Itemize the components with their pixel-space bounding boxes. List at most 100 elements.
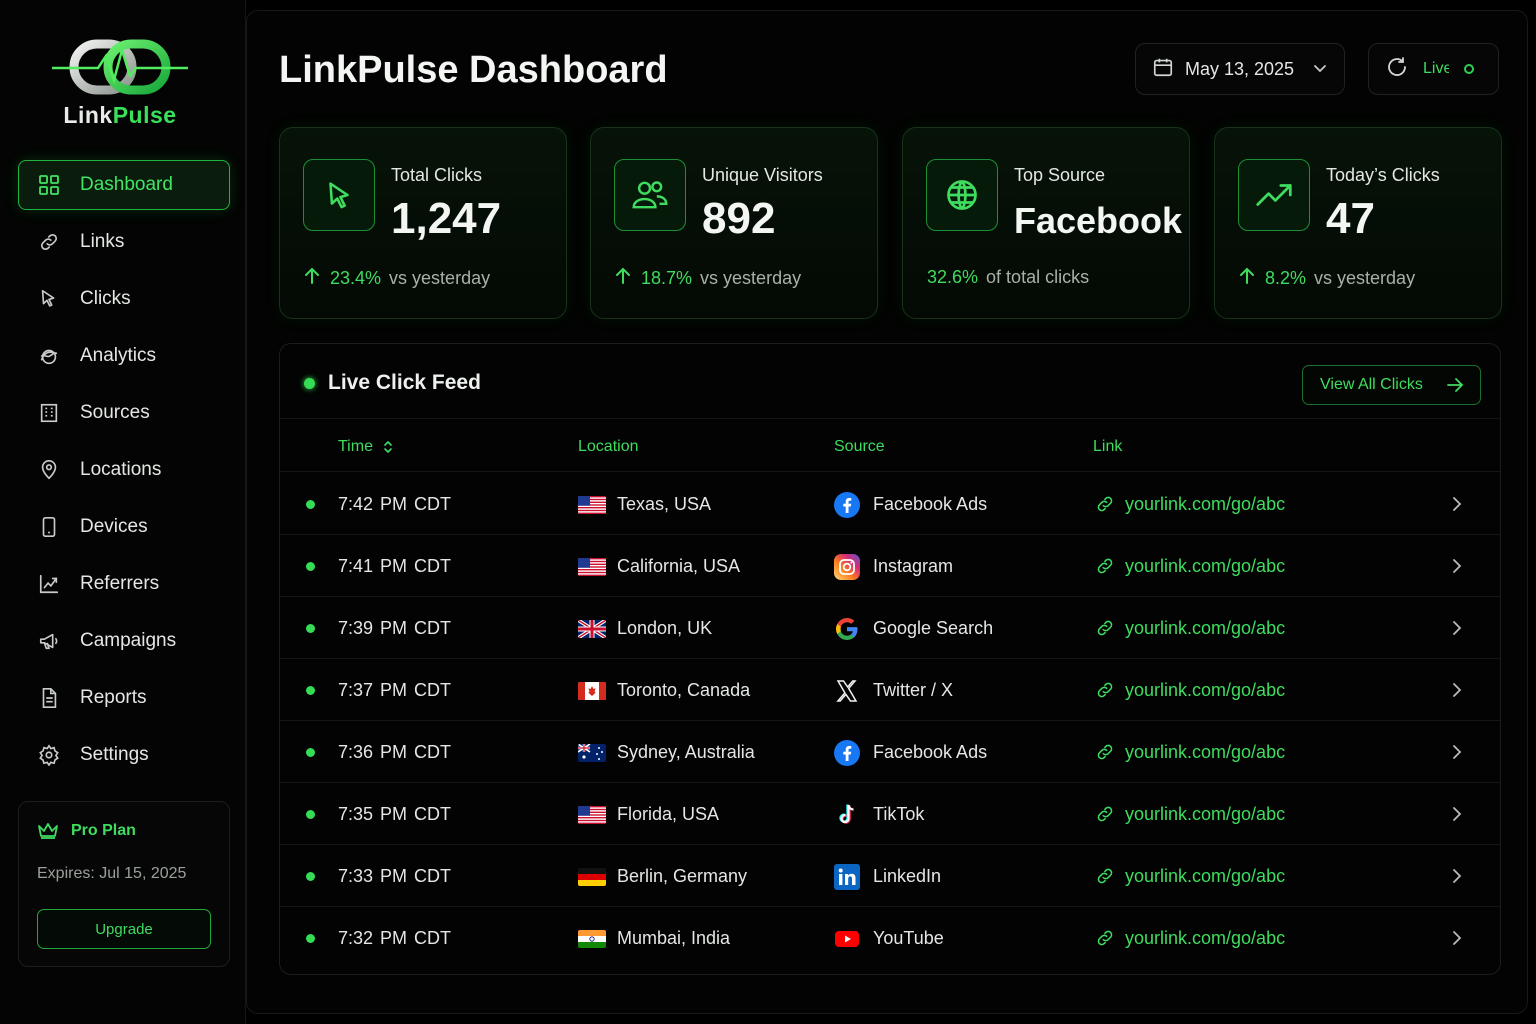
upgrade-button[interactable]: Upgrade (37, 909, 211, 949)
chevron-right-icon[interactable] (1450, 805, 1464, 828)
sidebar-item-reports[interactable]: Reports (18, 673, 230, 723)
stat-card-total-clicks: Total Clicks 1,247 23.4% vs yesterday (279, 127, 567, 319)
chevron-right-icon[interactable] (1450, 743, 1464, 766)
sidebar-item-sources[interactable]: Sources (18, 388, 230, 438)
row-link[interactable]: yourlink.com/go/abc (1125, 928, 1285, 949)
table-row[interactable]: 7:32 PM CDT Mumbai, India YouTube yourlink.… (280, 907, 1500, 969)
chevron-right-icon[interactable] (1450, 619, 1464, 642)
plan-card: Pro Plan Expires: Jul 15, 2025 Upgrade (18, 801, 230, 967)
feed-header: Live Click Feed View All Clicks (280, 344, 1500, 419)
document-icon (37, 686, 61, 710)
chevron-right-icon[interactable] (1450, 557, 1464, 580)
stat-delta-percent: 8.2% (1265, 268, 1307, 288)
view-all-clicks-button[interactable]: View All Clicks (1302, 365, 1481, 405)
link-icon (1095, 618, 1115, 643)
sidebar-item-devices[interactable]: Devices (18, 502, 230, 552)
row-source: Facebook Ads (873, 494, 988, 514)
chevron-right-icon[interactable] (1450, 495, 1464, 518)
brand-logo[interactable]: LinkPulse (40, 32, 200, 132)
pin-icon (37, 458, 61, 482)
row-link[interactable]: yourlink.com/go/abc (1125, 804, 1285, 825)
column-header-location[interactable]: Location (578, 438, 639, 456)
column-header-time[interactable]: Time (338, 438, 393, 456)
table-row[interactable]: 7:36 PM CDT Sydney, Australia Facebook Ads… (280, 721, 1500, 783)
sidebar-item-settings[interactable]: Settings (18, 730, 230, 780)
row-link[interactable]: yourlink.com/go/abc (1125, 556, 1285, 577)
cursor-icon (303, 159, 375, 231)
stat-delta: 23.4% vs yesterday (304, 267, 490, 290)
live-click-feed: Live Click Feed View All Clicks Time Loc… (279, 343, 1501, 975)
column-label: Source (834, 438, 885, 455)
live-status-dot (1464, 64, 1474, 74)
brand-wordmark: LinkPulse (40, 102, 200, 129)
row-link[interactable]: yourlink.com/go/abc (1125, 494, 1285, 515)
sidebar-item-locations[interactable]: Locations (18, 445, 230, 495)
sidebar-item-label: Analytics (80, 345, 157, 366)
date-picker[interactable]: May 13, 2025 (1135, 43, 1345, 95)
grid-icon (37, 173, 61, 197)
stat-delta-caption: of total clicks (986, 267, 1090, 287)
row-source: Instagram (873, 556, 954, 576)
table-row[interactable]: 7:35 PM CDT Florida, USA TikTok yourlink.co… (280, 783, 1500, 845)
table-row[interactable]: 7:39 PM CDT London, UK Google Search yourli… (280, 597, 1500, 659)
stat-delta-percent: 23.4% (330, 268, 382, 288)
stat-label: Today’s Clicks (1326, 165, 1440, 185)
chain-pulse-logo-icon (52, 39, 188, 95)
crown-icon (37, 822, 59, 840)
link-icon (1095, 680, 1115, 705)
flag-ca-icon (578, 682, 606, 700)
sidebar-item-referrers[interactable]: Referrers (18, 559, 230, 609)
row-link[interactable]: yourlink.com/go/abc (1125, 742, 1285, 763)
sidebar-item-campaigns[interactable]: Campaigns (18, 616, 230, 666)
users-icon (614, 159, 686, 231)
row-time: 7:41 PM CDT (338, 556, 452, 576)
row-location: Florida, USA (617, 804, 720, 824)
row-location: London, UK (617, 618, 713, 638)
table-row[interactable]: 7:42 PM CDT Texas, USA Facebook Ads yourlin… (280, 473, 1500, 535)
row-link[interactable]: yourlink.com/go/abc (1125, 866, 1285, 887)
link-icon (1095, 928, 1115, 953)
column-header-link[interactable]: Link (1093, 438, 1122, 456)
facebook-icon (834, 492, 860, 518)
live-dot-icon (306, 748, 315, 757)
row-source: Google Search (873, 618, 994, 638)
chevron-right-icon[interactable] (1450, 867, 1464, 890)
sidebar-item-label: Links (80, 231, 125, 252)
column-header-source[interactable]: Source (834, 438, 885, 456)
column-label: Link (1093, 438, 1123, 455)
flag-us-icon (578, 558, 606, 576)
chevron-down-icon (1312, 60, 1328, 81)
stat-value: 892 (702, 194, 776, 243)
sidebar-item-label: Settings (80, 744, 149, 765)
link-icon (1095, 494, 1115, 519)
megaphone-icon (37, 629, 61, 653)
table-row[interactable]: 7:37 PM CDT Toronto, Canada Twitter / X you… (280, 659, 1500, 721)
live-label: Live (1423, 60, 1449, 77)
sidebar-item-analytics[interactable]: Analytics (18, 331, 230, 381)
row-source: LinkedIn (873, 866, 942, 886)
stat-delta-percent: 18.7% (641, 268, 693, 288)
referrer-chart-icon (37, 572, 61, 596)
stat-value: 1,247 (391, 194, 502, 243)
chevron-right-icon[interactable] (1450, 929, 1464, 952)
chevron-right-icon[interactable] (1450, 681, 1464, 704)
stat-delta: 32.6% of total clicks (927, 267, 1089, 288)
link-icon (1095, 866, 1115, 891)
live-dot-icon (304, 377, 315, 389)
flag-in-icon (578, 930, 606, 948)
sidebar-item-clicks[interactable]: Clicks (18, 274, 230, 324)
stat-label: Unique Visitors (702, 165, 823, 185)
row-location: Berlin, Germany (617, 866, 748, 886)
link-icon (1095, 804, 1115, 829)
sidebar-item-links[interactable]: Links (18, 217, 230, 267)
row-link[interactable]: yourlink.com/go/abc (1125, 680, 1285, 701)
table-row[interactable]: 7:33 PM CDT Berlin, Germany LinkedIn yourli… (280, 845, 1500, 907)
plan-expiry: Expires: Jul 15, 2025 (37, 865, 187, 882)
plan-title-label: Pro Plan (71, 822, 136, 839)
live-dot-icon (306, 686, 315, 695)
stat-delta-caption: vs yesterday (389, 268, 491, 288)
table-row[interactable]: 7:41 PM CDT California, USA Instagram yourl… (280, 535, 1500, 597)
sidebar-item-dashboard[interactable]: Dashboard (18, 160, 230, 210)
row-link[interactable]: yourlink.com/go/abc (1125, 618, 1285, 639)
live-toggle[interactable]: Live (1368, 43, 1499, 95)
